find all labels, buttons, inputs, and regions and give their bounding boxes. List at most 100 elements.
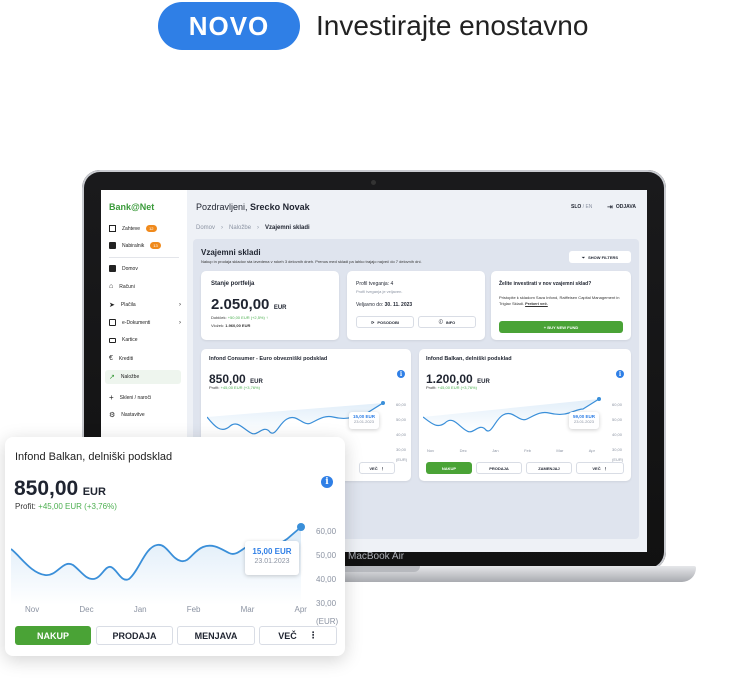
portfolio-currency: EUR (273, 305, 287, 311)
sidebar-item-skleni[interactable]: + Skleni / naroči (109, 393, 181, 402)
profit-value: +50,00 EUR (+2,5%) (227, 315, 265, 320)
y-tick: 60,00 (612, 402, 623, 407)
portfolio-card: Stanje portfelja 2.050,00 EUR Dobiček: +… (201, 271, 339, 340)
more-vert-icon: ⋮ (603, 465, 608, 471)
y-tick: 60,00 (396, 402, 407, 407)
laptop-model-label: MacBook Air (348, 551, 405, 562)
swap-button[interactable]: ZAMENJAJ (526, 462, 572, 474)
profit-value: +45,00 EUR (+3,76%) (38, 502, 117, 511)
y-axis: 60,00 50,00 40,00 30,00 (EUR) (612, 397, 623, 463)
document-icon (109, 319, 116, 326)
x-axis: Nov Dec Jan Feb Mar Apr (427, 448, 595, 453)
sidebar-item-kartice[interactable]: Kartice (109, 337, 181, 343)
sidebar-item-label: Naložbe (120, 374, 140, 380)
x-tick: Nov (427, 448, 435, 453)
y-tick: 30,00 (396, 447, 407, 452)
lang-en[interactable]: EN (585, 204, 592, 210)
y-tick: 30,00 (612, 447, 623, 452)
risk-title: Profil tveganja: 4 (356, 281, 394, 287)
sell-button[interactable]: PRODAJA (476, 462, 522, 474)
deposit-label: Vložek: (211, 323, 225, 328)
sidebar-item-nabiralnik[interactable]: Nabiralnik 13 (109, 242, 181, 249)
card-icon (109, 337, 116, 343)
greeting-text: Pozdravljeni, (196, 202, 248, 212)
x-tick: Feb (186, 605, 201, 614)
new-fund-description: Pristopite k skladom Sava Infond, Raiffe… (499, 295, 620, 306)
x-tick: Apr (588, 448, 595, 453)
sidebar-divider (109, 257, 179, 258)
logout-button[interactable]: ⇥ ODJAVA (607, 203, 636, 211)
info-icon[interactable]: i (397, 370, 405, 378)
tooltip-date: 23.01.2023 (353, 419, 375, 424)
x-tick: Jan (133, 605, 147, 614)
fund-profit-row: Profit: +45,00 EUR (+3,76%) (15, 502, 117, 511)
fund-amount: 850,00 (209, 372, 246, 386)
arrow-up-icon: ↑ (265, 315, 268, 320)
y-axis: 60,00 50,00 40,00 30,00 (EUR) (396, 397, 407, 463)
x-tick: Dec (79, 605, 94, 614)
sidebar-item-label: e-Dokumenti (122, 319, 151, 326)
y-tick: 30,00 (316, 599, 337, 608)
chart-point[interactable] (381, 401, 385, 405)
buy-new-fund-button[interactable]: + BUY NEW FUND (499, 321, 623, 333)
read-more-link[interactable]: Preberi več. (525, 301, 548, 306)
buy-button[interactable]: NAKUP (426, 462, 472, 474)
sidebar-item-zahteve[interactable]: Zahteve 12 (109, 225, 181, 232)
sidebar-item-label: Skleni / naroči (119, 394, 152, 401)
y-tick: 40,00 (396, 432, 407, 437)
lang-slo[interactable]: SLO (571, 204, 581, 210)
sidebar-item-label: Plačila (120, 302, 136, 308)
breadcrumb-current: Vzajemni skladi (265, 225, 310, 231)
more-button[interactable]: VEČ ⋮ (359, 462, 395, 474)
fund-amount: 850,00 (14, 477, 79, 500)
info-icon[interactable]: i (616, 370, 624, 378)
profit-label: Profit: (15, 502, 36, 511)
sidebar-item-racuni[interactable]: ⌂ Računi (109, 283, 181, 290)
buy-button[interactable]: NAKUP (15, 626, 91, 645)
sidebar-item-nalozbe[interactable]: ↗ Naložbe (105, 370, 181, 384)
breadcrumb-chevron-icon: › (257, 225, 260, 231)
sidebar-item-krediti[interactable]: € Krediti (109, 355, 181, 362)
sidebar-item-edokumenti[interactable]: e-Dokumenti › (109, 319, 181, 326)
info-circle-icon: ⓘ (438, 319, 443, 324)
breadcrumb-level2[interactable]: Naložbe (229, 225, 251, 231)
sidebar-item-nastavitve[interactable]: ⚙ Nastavitve (109, 411, 181, 419)
portfolio-title: Stanje portfelja (211, 281, 255, 287)
chart-point[interactable] (297, 523, 305, 531)
info-icon[interactable]: i (321, 476, 333, 488)
breadcrumb-home[interactable]: Domov (196, 225, 215, 231)
y-tick: 50,00 (612, 417, 623, 422)
sidebar-item-label: Domov (122, 265, 138, 272)
risk-info-button[interactable]: ⓘ INFO (418, 316, 476, 328)
send-icon: ➤ (109, 302, 115, 309)
y-unit: (EUR) (396, 457, 408, 462)
refresh-icon: ⟳ (371, 319, 375, 325)
swap-button[interactable]: MENJAVA (177, 626, 255, 645)
sidebar-item-placila[interactable]: ➤ Plačila › (109, 301, 181, 309)
refresh-risk-button[interactable]: ⟳ POSODOBI (356, 316, 414, 328)
language-switch[interactable]: SLO / EN (571, 204, 592, 210)
fund-title: Infond Balkan, delniški podsklad (15, 451, 173, 463)
x-tick: Mar (556, 448, 564, 453)
sidebar-item-label: Nastavitve (121, 412, 145, 418)
sidebar-item-domov[interactable]: Domov (109, 265, 181, 272)
show-filters-button[interactable]: ⏷ SHOW FILTERS (569, 251, 631, 263)
more-button[interactable]: VEČ ⋮ (259, 626, 337, 645)
more-button[interactable]: VEČ ⋮ (576, 462, 624, 474)
more-label: VEČ (369, 465, 378, 471)
sidebar-item-label: Zahteve (122, 225, 141, 232)
fund-amount: 1.200,00 (426, 372, 473, 386)
deposit-value: 1.960,00 EUR (225, 323, 251, 328)
more-label: VEČ (278, 630, 297, 641)
fund-currency: EUR (82, 486, 106, 498)
x-tick: Apr (294, 605, 307, 614)
chart-tooltip: 15,00 EUR 23.01.2023 (349, 412, 379, 429)
bank-logo[interactable]: Bank@Net (109, 202, 154, 212)
y-tick: 50,00 (396, 417, 407, 422)
portfolio-amount-row: 2.050,00 EUR (211, 296, 287, 314)
chart-point[interactable] (597, 397, 601, 401)
greeting: Pozdravljeni, Srecko Novak (196, 202, 310, 212)
sell-button[interactable]: PRODAJA (96, 626, 173, 645)
sidebar-item-label: Kartice (122, 337, 138, 343)
gear-icon: ⚙ (109, 412, 116, 419)
